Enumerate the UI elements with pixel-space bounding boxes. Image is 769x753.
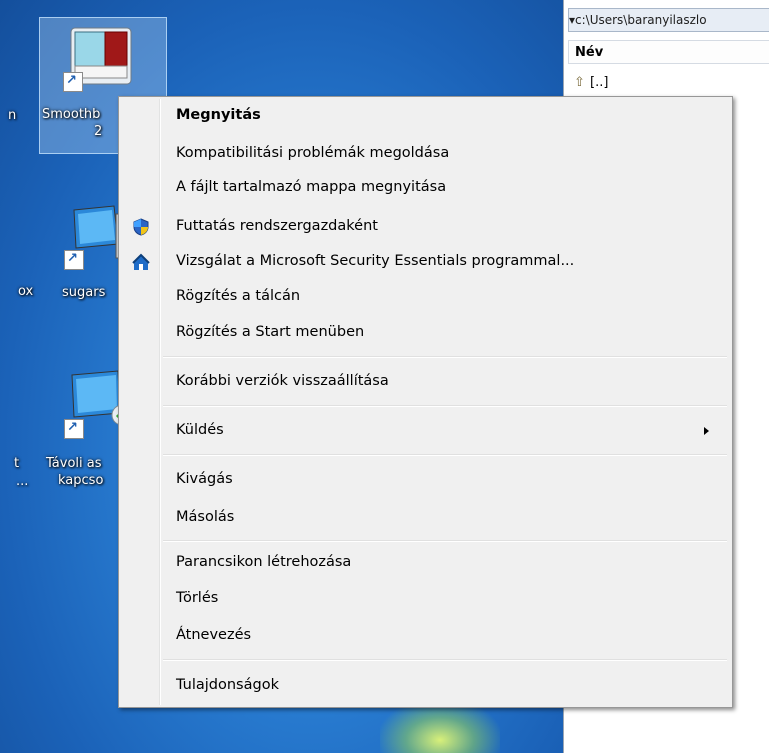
partial-desktop-label: ... [16, 474, 29, 489]
menu-item-scan-security-essentials[interactable]: Vizsgálat a Microsoft Security Essential… [122, 249, 729, 275]
uac-shield-icon [133, 218, 149, 236]
menu-item-delete[interactable]: Törlés [122, 586, 729, 612]
menu-item-pin-to-start[interactable]: Rögzítés a Start menüben [122, 320, 729, 346]
menu-item-properties[interactable]: Tulajdonságok [122, 673, 729, 699]
menu-item-label: Törlés [176, 590, 219, 606]
desktop-icon-label: Smoothb 2 [42, 107, 103, 139]
shortcut-arrow-icon: ↗ [64, 419, 84, 439]
menu-item-label: Rögzítés a tálcán [176, 288, 301, 304]
security-essentials-icon [132, 253, 150, 270]
menu-item-compatibility[interactable]: Kompatibilitási problémák megoldása [122, 141, 729, 167]
menu-item-label: A fájlt tartalmazó mappa megnyitása [176, 179, 447, 195]
list-item[interactable]: ⇧ [..] [574, 74, 608, 92]
menu-item-pin-to-taskbar[interactable]: Rögzítés a tálcán [122, 284, 729, 310]
menu-item-label: Korábbi verziók visszaállítása [176, 373, 389, 389]
menu-item-label: Átnevezés [176, 627, 252, 643]
desktop-icon-label: Távoli as kapcso [46, 456, 104, 488]
menu-item-label: Kompatibilitási problémák megoldása [176, 145, 450, 161]
partial-desktop-label: ox [18, 284, 34, 299]
menu-item-open-file-location[interactable]: A fájlt tartalmazó mappa megnyitása [122, 175, 729, 201]
menu-item-label: Küldés [176, 422, 224, 438]
menu-item-label: Kivágás [176, 471, 233, 487]
context-menu: Megnyitás Kompatibilitási problémák mego… [118, 96, 733, 708]
menu-separator [163, 405, 727, 407]
menu-item-label: Tulajdonságok [176, 677, 279, 693]
menu-item-run-as-admin[interactable]: Futtatás rendszergazdaként [122, 214, 729, 240]
menu-separator [163, 659, 727, 661]
menu-separator [163, 454, 727, 456]
menu-item-rename[interactable]: Átnevezés [122, 623, 729, 649]
menu-item-copy[interactable]: Másolás [122, 505, 729, 531]
menu-item-send-to[interactable]: Küldés [122, 418, 729, 444]
menu-item-label: Rögzítés a Start menüben [176, 324, 365, 340]
partial-desktop-label: t [14, 456, 20, 471]
shortcut-arrow-icon: ↗ [63, 72, 83, 92]
path-bar[interactable]: ▾c:\Users\baranyilaszlo [568, 8, 769, 32]
menu-item-label: Parancsikon létrehozása [176, 554, 352, 570]
menu-item-create-shortcut[interactable]: Parancsikon létrehozása [122, 550, 729, 576]
partial-desktop-label: n [8, 108, 17, 123]
menu-item-cut[interactable]: Kivágás [122, 467, 729, 493]
submenu-arrow-icon [704, 427, 709, 435]
menu-separator [163, 540, 727, 542]
menu-item-open[interactable]: Megnyitás [122, 103, 729, 129]
menu-item-restore-previous-versions[interactable]: Korábbi verziók visszaállítása [122, 369, 729, 395]
list-item-label: [..] [590, 75, 609, 90]
menu-item-label: Másolás [176, 509, 235, 525]
menu-item-label: Megnyitás [176, 107, 261, 123]
menu-item-label: Vizsgálat a Microsoft Security Essential… [176, 253, 575, 269]
menu-separator [163, 356, 727, 358]
folder-up-icon: ⇧ [574, 75, 585, 90]
column-header-name[interactable]: Név [568, 40, 769, 64]
shortcut-arrow-icon: ↗ [64, 250, 84, 270]
menu-item-label: Futtatás rendszergazdaként [176, 218, 378, 234]
desktop-icon-label: sugars [62, 285, 106, 300]
